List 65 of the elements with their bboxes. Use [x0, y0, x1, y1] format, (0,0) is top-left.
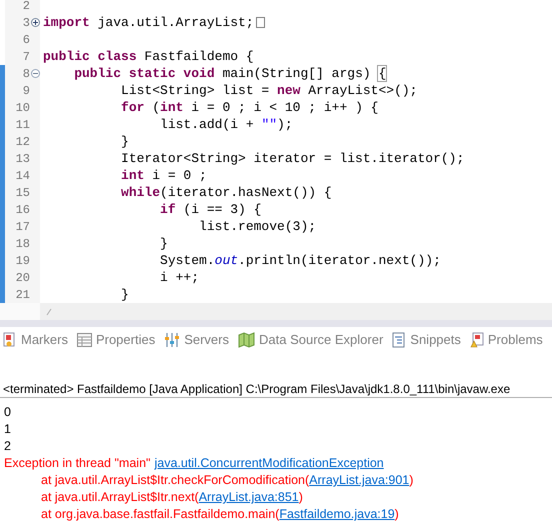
sliders-icon [164, 332, 180, 348]
code-line: import java.util.ArrayList; [43, 14, 254, 31]
source-link[interactable]: java.util.ConcurrentModificationException [154, 455, 384, 472]
code-line: int i = 0 ; [120, 167, 207, 184]
marker-icon [3, 332, 17, 348]
line-number: 11 [16, 118, 30, 132]
line-number: 13 [16, 152, 30, 166]
collapsed-code-icon[interactable] [256, 17, 265, 28]
line-number: 8 [22, 67, 30, 81]
code-line: list.add(i + ""); [159, 116, 293, 133]
console-header: <terminated> Fastfaildemo [Java Application] C:\Program Files\Java\jdk1.8.0_111\bin\javaw.exe [0, 381, 552, 398]
line-number: 15 [16, 186, 30, 200]
line-number: 2 [22, 0, 30, 13]
code-line: List<String> list = new ArrayList<>(); [120, 82, 418, 99]
code-line: } [120, 286, 129, 303]
collapse-icon[interactable] [31, 69, 40, 78]
view-tab[interactable]: Data Source Explorer [238, 330, 384, 350]
source-link[interactable]: Fastfaildemo.java:19 [279, 506, 395, 523]
map-icon [238, 332, 255, 348]
line-number: 17 [16, 220, 30, 234]
line-number: 10 [16, 101, 30, 115]
view-tab[interactable]: Problems [470, 330, 543, 350]
table-icon [76, 333, 92, 347]
line-number: 6 [22, 33, 30, 47]
code-line: Iterator<String> iterator = list.iterator(); [120, 150, 464, 167]
line-number: 21 [16, 288, 30, 302]
console-text: at org.java.base.fastfail.Fastfaildemo.main( [41, 506, 280, 523]
line-number: 9 [22, 84, 30, 98]
code-line: public static void main(String[] args) { [73, 65, 386, 82]
document-icon [392, 332, 406, 348]
console-text: ) [409, 472, 414, 489]
code-line: if (i == 3) { [159, 201, 262, 218]
source-link[interactable]: ArrayList.java:851 [198, 489, 299, 506]
line-number: 18 [16, 237, 30, 251]
console-text: at java.util.ArrayList$Itr.next( [41, 489, 199, 506]
code-line: list.remove(3); [198, 218, 316, 235]
code-line: } [159, 235, 168, 252]
line-number: 19 [16, 254, 30, 268]
console-text: 2 [4, 438, 11, 455]
line-number: 14 [16, 169, 30, 183]
view-tab[interactable]: Markers [3, 330, 68, 350]
expand-icon[interactable] [31, 18, 40, 27]
code-line: System.out.println(iterator.next()); [159, 252, 441, 269]
code-line: while(iterator.hasNext()) { [120, 184, 332, 201]
view-tab[interactable]: Servers [164, 330, 229, 350]
line-number: 20 [16, 271, 30, 285]
console-text: ) [298, 489, 303, 506]
view-tab[interactable]: Properties [76, 330, 156, 350]
horizontal-scrollbar[interactable] [0, 303, 552, 320]
view-tab[interactable]: Snippets [392, 330, 461, 350]
console-text: Exception in thread "main" [4, 455, 150, 472]
console-text: 0 [4, 404, 11, 421]
console-text: at java.util.ArrayList$Itr.checkForComodification( [41, 472, 310, 489]
source-link[interactable]: ArrayList.java:901 [309, 472, 410, 489]
console-text: ) [394, 506, 399, 523]
line-number: 12 [16, 135, 30, 149]
code-line: public class Fastfaildemo { [43, 48, 254, 65]
warning-icon [470, 332, 484, 348]
line-number: 3 [22, 16, 30, 30]
code-line: } [120, 133, 129, 150]
code-line: for (int i = 0 ; i < 10 ; i++ ) { [120, 99, 378, 116]
code-line: i ++; [159, 269, 200, 286]
line-number: 7 [22, 50, 30, 64]
console-text: 1 [4, 421, 11, 438]
line-number: 16 [16, 203, 30, 217]
